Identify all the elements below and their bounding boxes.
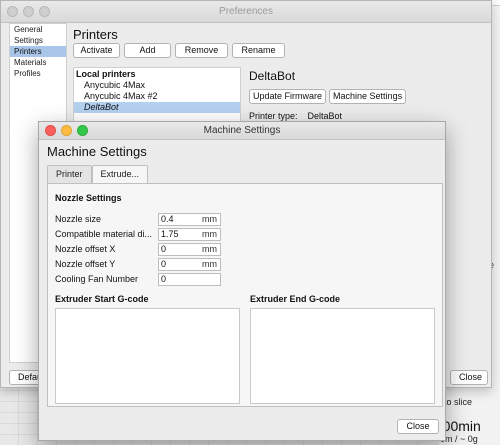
printer-list-header: Local printers [76, 69, 136, 79]
activate-button[interactable]: Activate [73, 43, 120, 58]
dialog-title: Machine Settings [203, 125, 281, 136]
field-label: Nozzle size [55, 214, 102, 224]
preferences-close-button[interactable]: Close [450, 370, 488, 385]
field-label: Nozzle offset X [55, 244, 116, 254]
window-title: Preferences [219, 6, 273, 17]
printer-type-value: DeltaBot [307, 111, 343, 121]
nozzle-offset-x-row: Nozzle offset X 0 mm [55, 242, 221, 256]
nozzle-size-row: Nozzle size 0.4 mm [55, 212, 221, 226]
material-diameter-input[interactable]: 1.75 mm [158, 227, 221, 241]
unit-label: mm [202, 243, 217, 254]
preferences-titlebar: Preferences [1, 1, 491, 23]
material-diameter-row: Compatible material di... 1.75 mm [55, 227, 221, 241]
sidebar-item-profiles[interactable]: Profiles [10, 68, 66, 79]
printers-toolbar: Activate Add Remove Rename [73, 43, 285, 58]
settings-tabs: Printer Extrude... [47, 165, 149, 184]
printer-actions: Update Firmware Machine Settings [249, 89, 407, 104]
tab-extruder[interactable]: Extrude... [91, 165, 149, 184]
printer-name: DeltaBot [249, 69, 296, 83]
nozzle-settings-title: Nozzle Settings [55, 193, 122, 203]
extruder-panel: Nozzle Settings Nozzle size 0.4 mm Compa… [47, 183, 443, 407]
remove-button[interactable]: Remove [175, 43, 228, 58]
sidebar-item-general[interactable]: General [10, 24, 66, 35]
unit-label: mm [202, 228, 217, 239]
nozzle-offset-y-input[interactable]: 0 mm [158, 257, 221, 271]
nozzle-offset-y-row: Nozzle offset Y 0 mm [55, 257, 221, 271]
update-firmware-button[interactable]: Update Firmware [249, 89, 327, 104]
field-label: Compatible material di... [55, 229, 153, 239]
unit-label: mm [202, 213, 217, 224]
cooling-fan-input[interactable]: 0 [158, 272, 221, 286]
machine-settings-titlebar: Machine Settings [39, 122, 445, 140]
tab-printer[interactable]: Printer [47, 165, 92, 183]
sidebar-item-printers[interactable]: Printers [10, 46, 66, 57]
sidebar-item-materials[interactable]: Materials [10, 57, 66, 68]
printer-list-item-selected[interactable]: DeltaBot [74, 102, 240, 113]
printer-type: Printer type: DeltaBot [249, 111, 342, 121]
machine-settings-close-button[interactable]: Close [397, 419, 439, 434]
start-gcode-label: Extruder Start G-code [55, 294, 149, 304]
start-gcode-editor[interactable] [55, 308, 240, 404]
nozzle-offset-x-input[interactable]: 0 mm [158, 242, 221, 256]
printer-list: Local printers Anycubic 4Max Anycubic 4M… [73, 67, 241, 127]
machine-settings-dialog: Machine Settings Machine Settings Printe… [38, 121, 446, 441]
unit-label: mm [202, 258, 217, 269]
cooling-fan-row: Cooling Fan Number 0 [55, 272, 221, 286]
page-title: Printers [73, 27, 118, 42]
dialog-heading: Machine Settings [47, 144, 147, 159]
printer-list-item[interactable]: Anycubic 4Max [74, 80, 240, 91]
field-label: Cooling Fan Number [55, 274, 139, 284]
end-gcode-editor[interactable] [250, 308, 435, 404]
field-label: Nozzle offset Y [55, 259, 116, 269]
printer-list-item[interactable]: Anycubic 4Max #2 [74, 91, 240, 102]
sidebar-item-settings[interactable]: Settings [10, 35, 66, 46]
add-button[interactable]: Add [124, 43, 171, 58]
rename-button[interactable]: Rename [232, 43, 285, 58]
nozzle-size-input[interactable]: 0.4 mm [158, 212, 221, 226]
printer-type-label: Printer type: [249, 111, 298, 121]
machine-settings-button[interactable]: Machine Settings [329, 89, 407, 104]
end-gcode-label: Extruder End G-code [250, 294, 341, 304]
